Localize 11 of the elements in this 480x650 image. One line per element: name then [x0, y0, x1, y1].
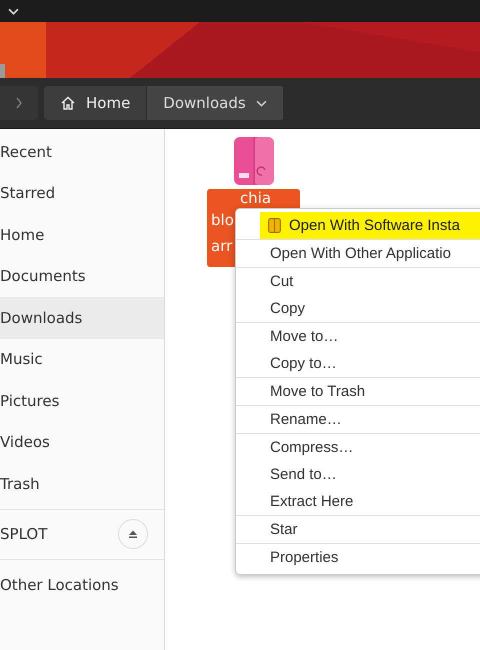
sidebar-label: Trash	[0, 474, 40, 493]
sidebar-label: Downloads	[0, 308, 82, 327]
sidebar-label: Videos	[0, 433, 50, 452]
sidebar-label: Starred	[0, 184, 56, 202]
sidebar-label: Recent	[0, 142, 52, 161]
sidebar-label: Home	[0, 226, 44, 244]
sidebar-label: SPLOT	[0, 525, 48, 544]
sidebar-label: Documents	[0, 267, 86, 286]
sidebar-label: Music	[0, 350, 43, 368]
sidebar-label: Other Locations	[0, 576, 119, 594]
sidebar-label: Pictures	[0, 392, 60, 410]
